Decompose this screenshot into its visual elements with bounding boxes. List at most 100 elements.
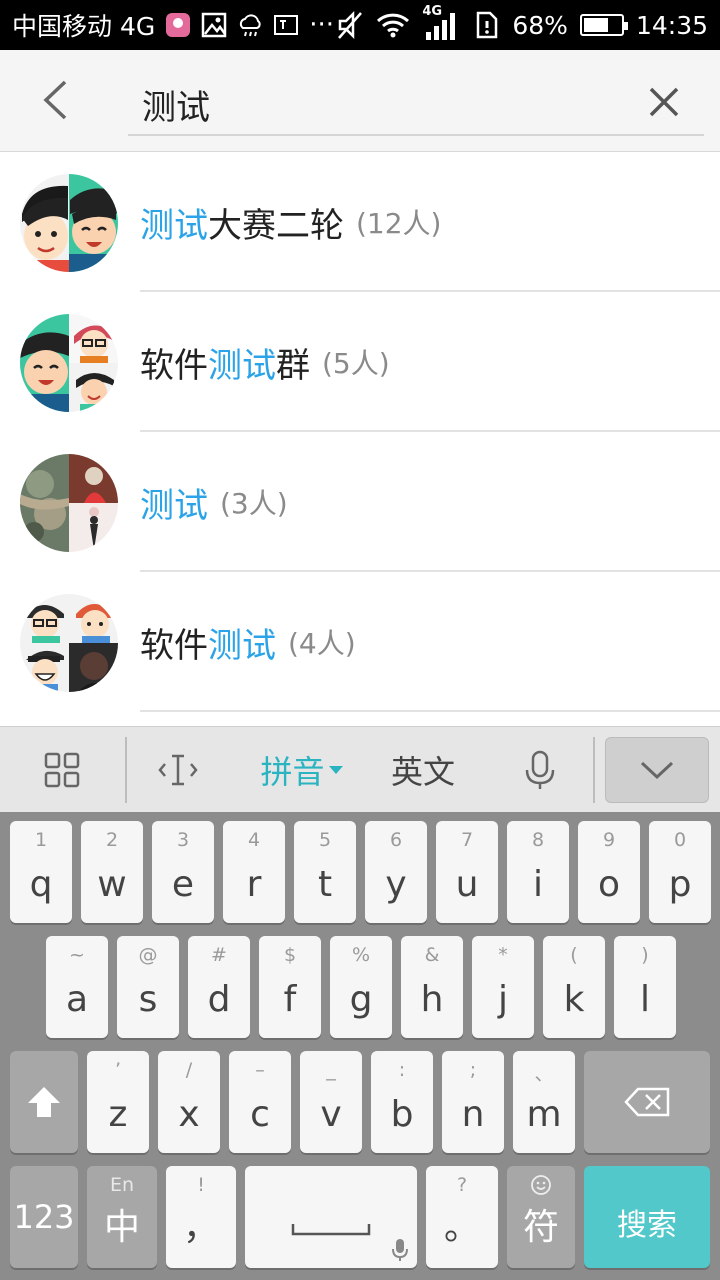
result-row[interactable]: 软件 测试群 (5人) <box>0 292 720 432</box>
key-g[interactable]: % g <box>330 936 392 1038</box>
key-c[interactable]: – c <box>229 1051 291 1153</box>
result-row[interactable]: 测试 大赛二轮 (12人) <box>0 152 720 292</box>
key-b[interactable]: :b <box>371 1051 433 1153</box>
key-sublabel: – <box>255 1059 265 1081</box>
weather-icon <box>240 14 261 37</box>
ime-cursor-button[interactable] <box>140 727 216 813</box>
input-method-icon <box>274 15 299 35</box>
result-name-prefix: 软件 <box>140 345 208 386</box>
search-input[interactable] <box>128 74 704 136</box>
divider <box>140 710 720 712</box>
key-sublabel: 2 <box>105 829 119 851</box>
key-y[interactable]: 6y <box>365 821 427 923</box>
period-key[interactable]: ? 。 <box>426 1166 498 1268</box>
back-button[interactable] <box>30 72 80 128</box>
key-label: j <box>497 979 508 1020</box>
numbers-key[interactable]: 123 <box>10 1166 78 1268</box>
signal-icon: 4G <box>422 4 462 40</box>
key-x[interactable]: / x <box>158 1051 220 1153</box>
space-bar-icon <box>291 1224 371 1236</box>
key-label: r <box>246 864 262 905</box>
key-sublabel: 7 <box>460 829 474 851</box>
english-label: 英文 <box>390 753 455 791</box>
key-r[interactable]: 4r <box>223 821 285 923</box>
clear-search-button[interactable] <box>636 74 692 130</box>
ime-voice-button[interactable] <box>502 727 578 813</box>
symbols-key[interactable]: 符 <box>507 1166 575 1268</box>
key-label: u <box>455 864 479 905</box>
key-a[interactable]: ~ a <box>46 936 108 1038</box>
key-k[interactable]: (k <box>543 936 605 1038</box>
image-notification-icon <box>201 12 227 38</box>
key-label: p <box>668 864 692 905</box>
result-name-suffix: 群 <box>276 345 310 386</box>
key-sublabel: ~ <box>69 944 85 966</box>
key-o[interactable]: 9o <box>578 821 640 923</box>
result-name-highlight: 测试 <box>140 205 208 246</box>
key-sublabel: 4 <box>247 829 261 851</box>
key-t[interactable]: 5t <box>294 821 356 923</box>
key-sublabel: ? <box>456 1174 468 1196</box>
status-bar: 中国移动 4G ··· 4G 68% 14:35 <box>0 0 720 50</box>
backspace-icon <box>624 1087 670 1117</box>
key-p[interactable]: 0p <box>649 821 711 923</box>
key-sublabel: : <box>398 1059 406 1081</box>
key-label: y <box>385 864 407 905</box>
key-i[interactable]: 8i <box>507 821 569 923</box>
back-arrow-icon <box>43 80 67 120</box>
key-sublabel: / <box>185 1059 193 1081</box>
ime-separator <box>125 737 127 803</box>
ime-english-button[interactable]: 英文 <box>378 727 468 813</box>
key-label: n <box>461 1094 485 1135</box>
dropdown-caret-icon <box>328 766 343 774</box>
key-m[interactable]: 、 m <box>513 1051 575 1153</box>
comma-key[interactable]: ! ， <box>166 1166 236 1268</box>
key-h[interactable]: & h <box>401 936 463 1038</box>
battery-icon <box>579 14 628 36</box>
shift-key[interactable] <box>10 1051 78 1153</box>
key-label: f <box>283 979 297 1020</box>
key-s[interactable]: @ s <box>117 936 179 1038</box>
key-sublabel: 6 <box>389 829 403 851</box>
result-name-prefix: 软件 <box>140 625 208 666</box>
key-j[interactable]: * j <box>472 936 534 1038</box>
result-row[interactable]: 软件 测试 (4人) <box>0 572 720 712</box>
key-sublabel: ) <box>641 944 649 966</box>
key-f[interactable]: $ f <box>259 936 321 1038</box>
member-count: (5人) <box>322 347 390 380</box>
key-l[interactable]: ) l <box>614 936 676 1038</box>
key-label: e <box>171 864 195 905</box>
key-label: k <box>563 979 585 1020</box>
hide-keyboard-button[interactable] <box>605 737 709 803</box>
key-q[interactable]: 1q <box>10 821 72 923</box>
key-sublabel: * <box>498 944 508 966</box>
key-d[interactable]: # d <box>188 936 250 1038</box>
language-switch-key[interactable]: En 中 <box>87 1166 157 1268</box>
result-name: 软件 测试群 (5人) <box>140 292 390 432</box>
space-key[interactable] <box>245 1166 417 1268</box>
key-sublabel: 9 <box>602 829 616 851</box>
key-n[interactable]: ; n <box>442 1051 504 1153</box>
key-label: l <box>639 979 650 1020</box>
mute-icon <box>338 10 363 40</box>
ime-pinyin-button[interactable]: 拼音 <box>250 727 354 813</box>
ime-grid-button[interactable] <box>22 727 102 813</box>
key-v[interactable]: _ v <box>300 1051 362 1153</box>
keyboard: 1q2w3e4r5t6y7u8i9o0p ~ a @ s # d $ f% g & h * j(k) l … <box>0 812 720 1280</box>
key-u[interactable]: 7u <box>436 821 498 923</box>
key-sublabel: 0 <box>673 829 687 851</box>
result-row[interactable]: 测试 (3人) <box>0 432 720 572</box>
member-count: (3人) <box>220 487 288 520</box>
search-key[interactable]: 搜索 <box>584 1166 710 1268</box>
key-sublabel: @ <box>138 944 158 966</box>
key-sublabel: ’ <box>114 1059 122 1081</box>
battery-percent: 68% <box>512 10 568 40</box>
backspace-key[interactable] <box>584 1051 710 1153</box>
key-sublabel: 、 <box>534 1063 554 1085</box>
key-e[interactable]: 3e <box>152 821 214 923</box>
member-count: (4人) <box>288 627 356 660</box>
result-name: 软件 测试 (4人) <box>140 572 356 712</box>
key-w[interactable]: 2w <box>81 821 143 923</box>
key-z[interactable]: ’ z <box>87 1051 149 1153</box>
key-sublabel: # <box>211 944 227 966</box>
